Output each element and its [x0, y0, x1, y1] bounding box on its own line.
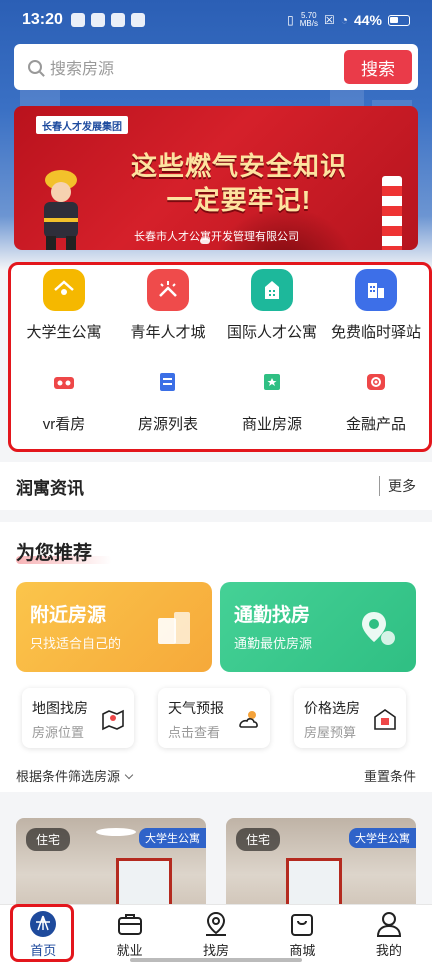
sunrise-icon [147, 269, 189, 311]
home-icon [30, 911, 57, 937]
wifi-icon: ◔ [340, 13, 348, 27]
filter-row: 根据条件筛选房源 重置条件 [16, 766, 416, 785]
listing-badge: 大学生公寓 [139, 828, 206, 848]
nav-home[interactable]: 首页 [0, 905, 86, 964]
quick-link-listing[interactable]: 房源列表 [115, 361, 221, 434]
quick-link-commercial[interactable]: 商业房源 [219, 361, 325, 434]
listing-badge: 大学生公寓 [349, 828, 416, 848]
ceiling-lamp [96, 828, 136, 836]
banner-title-line1: 这些燃气安全知识 [130, 151, 347, 181]
listing-type-tag: 住宅 [236, 828, 281, 851]
filter-toggle[interactable]: 根据条件筛选房源 [16, 766, 134, 785]
quick-link-youth-city[interactable]: 青年人才城 [115, 269, 221, 342]
list-icon [147, 361, 189, 403]
search-input[interactable]: 搜索房源 [50, 55, 344, 79]
nav-label: 就业 [116, 943, 143, 958]
briefcase-icon [117, 914, 142, 935]
nav-label: 商城 [289, 943, 316, 958]
nav-label: 找房 [203, 943, 230, 958]
banner-logo: 长春人才发展集团 [36, 116, 128, 134]
nav-jobs[interactable]: 就业 [86, 905, 172, 964]
shopping-bag-icon [291, 914, 314, 936]
commute-search-card[interactable]: 通勤找房 通勤最优房源 [220, 582, 416, 672]
battery-percent: 44% [353, 12, 382, 28]
recommend-section: 为您推荐 附近房源 只找适合自己的 通勤找房 通勤最优房源 地图找房 房源位置 … [0, 522, 432, 792]
chevron-down-icon [124, 770, 134, 780]
status-right: ▯ 5.70 MB/s ☒ ◔ 44% [287, 12, 410, 28]
nav-mall[interactable]: 商城 [259, 905, 345, 964]
map-icon [102, 709, 124, 731]
listing-card[interactable]: 住宅 大学生公寓 [226, 818, 416, 913]
listing-type-tag: 住宅 [26, 828, 71, 851]
firefighter-illustration [44, 170, 78, 250]
search-icon [28, 60, 42, 74]
bottom-nav: 首页 就业 找房 商城 我的 [0, 904, 432, 964]
user-icon [376, 912, 401, 937]
system-home-indicator [130, 958, 302, 962]
search-bar[interactable]: 搜索房源 搜索 [14, 44, 418, 90]
battery-icon [388, 14, 410, 26]
banner-title-line2: 一定要牢记! [166, 185, 312, 215]
quick-link-label: 青年人才城 [130, 324, 206, 341]
quick-link-student-apartment[interactable]: 大学生公寓 [11, 269, 117, 342]
nearby-listings-card[interactable]: 附近房源 只找适合自己的 [16, 582, 212, 672]
price-house-icon [374, 709, 396, 730]
carousel-indicator [200, 238, 210, 244]
weather-icon [239, 711, 258, 728]
price-search-card[interactable]: 价格选房 房屋预算 [294, 688, 406, 748]
banner-company: 长春市人才公寓开发管理有限公司 [134, 231, 299, 243]
sim-icon: ☒ [323, 13, 335, 27]
listing-card[interactable]: 住宅 大学生公寓 [16, 818, 206, 913]
location-icon [362, 612, 395, 645]
network-speed: 5.70 MB/s [299, 11, 318, 28]
search-button[interactable]: 搜索 [344, 50, 412, 84]
quick-link-label: 房源列表 [137, 416, 198, 433]
nav-label: 我的 [375, 943, 402, 958]
finance-icon [355, 361, 397, 403]
quick-link-label: 大学生公寓 [26, 324, 102, 341]
quick-links-grid: 大学生公寓 青年人才城 国际人才公寓 免费临时驿站 vr看房 房源列表 商业房源… [8, 262, 432, 452]
quick-link-label: 免费临时驿站 [330, 324, 421, 341]
quick-link-finance[interactable]: 金融产品 [323, 361, 429, 434]
quick-link-vr-tour[interactable]: vr看房 [11, 361, 117, 434]
quick-link-label: 金融产品 [345, 416, 406, 433]
app-notification-icon [90, 13, 105, 27]
map-search-card[interactable]: 地图找房 房源位置 [22, 688, 134, 748]
lighthouse-illustration [382, 176, 402, 250]
shop-icon [251, 361, 293, 403]
status-bar: 13:20 ▯ 5.70 MB/s ☒ ◔ 44% [0, 0, 432, 40]
quick-link-label: 商业房源 [241, 416, 302, 433]
nav-profile[interactable]: 我的 [346, 905, 432, 964]
vr-icon [43, 361, 85, 403]
notification-icon [70, 13, 85, 27]
map-pin-icon [206, 911, 227, 936]
quick-link-label: vr看房 [42, 416, 86, 433]
nav-label: 首页 [30, 943, 57, 958]
quick-link-international-apartment[interactable]: 国际人才公寓 [219, 269, 325, 342]
nav-find-house[interactable]: 找房 [173, 905, 259, 964]
status-time: 13:20 [22, 11, 63, 28]
news-title: 润寓资讯 [16, 478, 84, 498]
quick-link-label: 国际人才公寓 [226, 324, 317, 341]
promo-banner[interactable]: 长春人才发展集团 这些燃气安全知识 一定要牢记! 长春市人才公寓开发管理有限公司 [14, 106, 418, 250]
news-more-link[interactable]: 更多 [379, 476, 416, 496]
city-icon [355, 269, 397, 311]
recommend-title: 为您推荐 [16, 543, 93, 564]
house-icon [43, 269, 85, 311]
news-section: 润寓资讯 更多 [0, 462, 432, 510]
weather-card[interactable]: 天气预报 点击查看 [158, 688, 270, 748]
building-icon [251, 269, 293, 311]
door-icon [158, 612, 190, 644]
reset-filter-button[interactable]: 重置条件 [364, 766, 416, 785]
app-icon [130, 13, 145, 27]
vibrate-icon: ▯ [287, 13, 294, 27]
message-icon [110, 13, 125, 27]
quick-link-free-station[interactable]: 免费临时驿站 [323, 269, 429, 342]
